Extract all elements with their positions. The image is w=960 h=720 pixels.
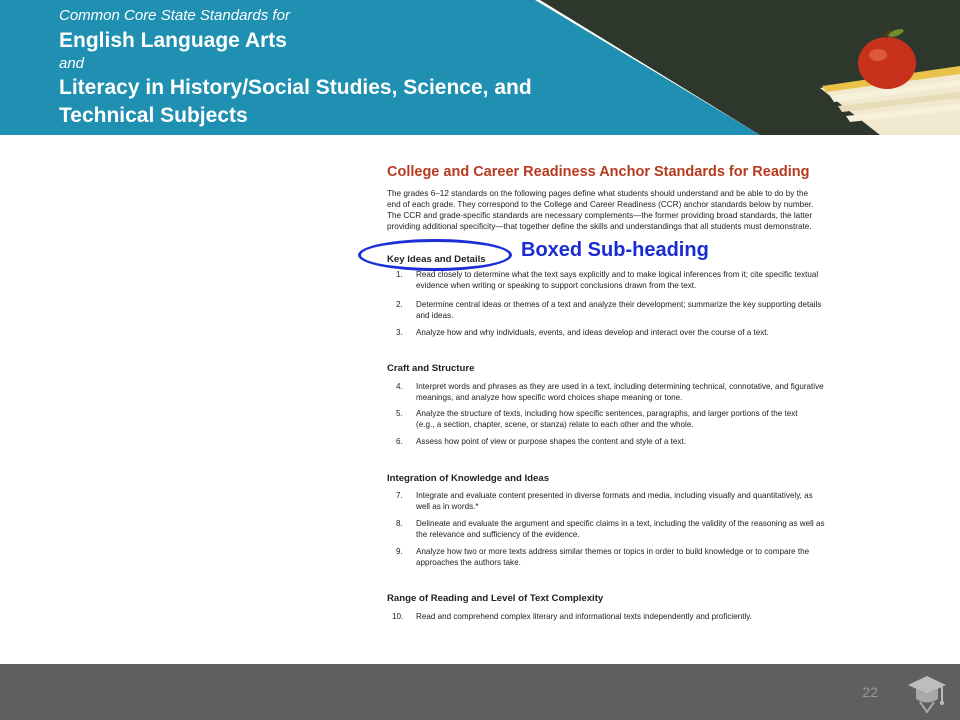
item-text: Read closely to determine what the text … — [416, 270, 819, 279]
intro-line: The grades 6–12 standards on the followi… — [387, 189, 809, 198]
header-subtitle: Common Core State Standards for — [59, 7, 290, 24]
item-text: approaches the authors take. — [416, 557, 521, 567]
header-conjunction: and — [59, 55, 85, 72]
item-text: evidence when writing or speaking to sup… — [416, 280, 697, 290]
header-banner: Common Core State Standards for English … — [0, 0, 960, 135]
page-number: 22 — [862, 684, 878, 700]
item-text: Interpret words and phrases as they are … — [416, 382, 824, 391]
item-number: 8. — [396, 519, 403, 528]
item-number: 6. — [396, 437, 403, 446]
item-text: and ideas. — [416, 310, 454, 320]
item-number: 1. — [396, 270, 403, 279]
item-text: Read and comprehend complex literary and… — [416, 612, 752, 621]
item-text: Delineate and evaluate the argument and … — [416, 519, 825, 528]
item-number: 3. — [396, 328, 403, 337]
item-text: meanings, and analyze how specific word … — [416, 392, 683, 402]
footer-bar: 22 — [0, 664, 960, 720]
item-text: Determine central ideas or themes of a t… — [416, 300, 822, 309]
item-text: Analyze the structure of texts, includin… — [416, 409, 798, 418]
item-number: 2. — [396, 300, 403, 309]
item-text: (e.g., a section, chapter, scene, or sta… — [416, 419, 694, 429]
item-number: 9. — [396, 547, 403, 556]
header-title-line3: Technical Subjects — [59, 104, 248, 127]
item-number: 4. — [396, 382, 403, 391]
item-text: the relevance and sufficiency of the evi… — [416, 529, 580, 539]
intro-line: end of each grade. They correspond to th… — [387, 200, 814, 209]
section-heading: Integration of Knowledge and Ideas — [387, 473, 550, 484]
intro-line: The CCR and grade-specific standards are… — [387, 211, 813, 220]
header-title-line2: Literacy in History/Social Studies, Scie… — [59, 76, 532, 99]
section-heading: Range of Reading and Level of Text Compl… — [387, 593, 604, 604]
callout-ellipse — [358, 239, 512, 271]
item-text: Assess how point of view or purpose shap… — [416, 437, 686, 446]
section-heading: Craft and Structure — [387, 363, 475, 374]
item-number: 5. — [396, 409, 403, 418]
item-number: 10. — [392, 612, 404, 621]
document-title: College and Career Readiness Anchor Stan… — [387, 164, 810, 180]
item-text: well as in words.* — [416, 501, 479, 511]
item-text: Analyze how two or more texts address si… — [416, 547, 810, 556]
intro-line: providing additional specificity—that to… — [387, 222, 812, 231]
item-number: 7. — [396, 491, 403, 500]
document-intro: The grades 6–12 standards on the followi… — [387, 188, 912, 232]
item-text: Integrate and evaluate content presented… — [416, 491, 813, 500]
callout-label: Boxed Sub-heading — [521, 239, 709, 261]
header-title: English Language Arts — [59, 29, 287, 52]
graduation-cap-icon — [908, 676, 946, 714]
item-text: Analyze how and why individuals, events,… — [416, 328, 769, 337]
